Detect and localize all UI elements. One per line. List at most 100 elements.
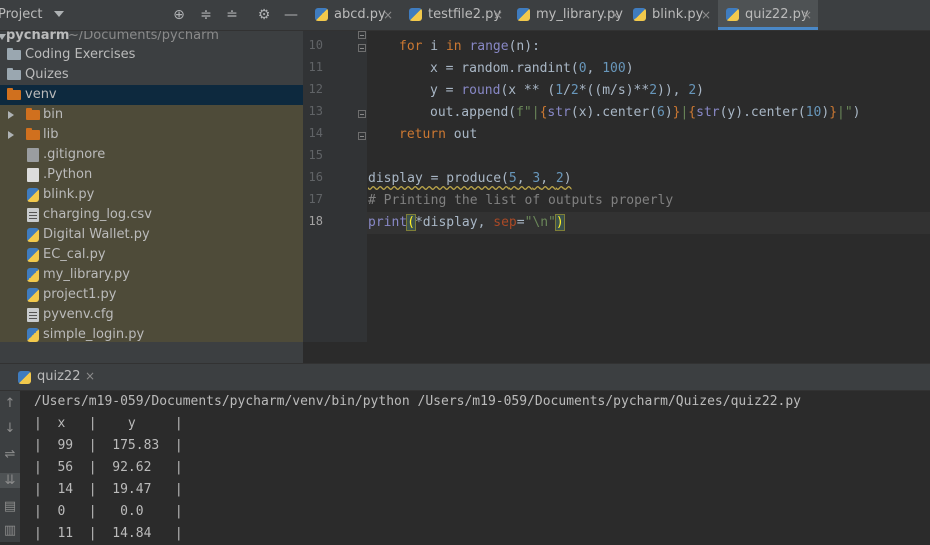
folder-icon xyxy=(7,48,21,60)
python-file-icon xyxy=(409,8,422,21)
gitignore-file-icon xyxy=(27,148,39,162)
run-tab-quiz22[interactable]: quiz22 xyxy=(37,369,80,384)
tab-blink-py[interactable]: blink.py × xyxy=(625,0,717,30)
tree-item-pyvenv-cfg[interactable]: pyvenv.cfg xyxy=(0,305,303,325)
console-line: | 56 | 92.62 | xyxy=(34,460,183,475)
chevron-right-icon[interactable] xyxy=(8,111,14,119)
tree-item-label: charging_log.csv xyxy=(43,207,152,222)
line-number: 10 xyxy=(308,38,323,52)
tab-my-library-py[interactable]: my_library.py × xyxy=(509,0,624,30)
python-file-icon xyxy=(27,288,39,302)
collapse-all-icon[interactable]: ≐ xyxy=(223,6,241,24)
trash-icon[interactable]: ▥ xyxy=(0,523,20,538)
tree-item-python[interactable]: .Python xyxy=(0,165,303,185)
tab-abcd-py[interactable]: abcd.py × xyxy=(307,0,399,30)
close-icon[interactable]: × xyxy=(493,0,503,30)
project-tree: pycharm ~/Documents/pycharm Coding Exerc… xyxy=(0,31,303,363)
tree-item-label: Coding Exercises xyxy=(25,47,136,62)
fold-marker-icon[interactable] xyxy=(358,132,366,140)
tree-item-quizes[interactable]: Quizes xyxy=(0,65,303,85)
line-number-current: 18 xyxy=(308,214,323,228)
chevron-right-icon[interactable] xyxy=(8,131,14,139)
close-icon[interactable]: × xyxy=(701,0,711,30)
tree-item-label: Quizes xyxy=(25,67,69,82)
python-file-icon xyxy=(18,371,31,384)
tree-item-label: blink.py xyxy=(43,187,95,202)
python-file-icon xyxy=(517,8,530,21)
python-file-icon xyxy=(633,8,646,21)
tree-item-bin[interactable]: bin xyxy=(0,105,303,125)
scroll-to-end-icon[interactable]: ⇊ xyxy=(0,473,20,488)
tree-item-label: Digital Wallet.py xyxy=(43,227,150,242)
binary-file-icon xyxy=(27,168,39,182)
python-file-icon xyxy=(27,248,39,262)
fold-marker-icon[interactable] xyxy=(358,110,366,118)
line-number: 12 xyxy=(308,82,323,96)
tree-item-ec-cal-py[interactable]: EC_cal.py xyxy=(0,245,303,265)
console-line: | 0 | 0.0 | xyxy=(34,504,183,519)
close-icon[interactable]: × xyxy=(802,0,812,30)
tree-item-label: lib xyxy=(43,127,59,142)
editor-gutter: 10 11 12 13 14 15 16 17 18 xyxy=(303,31,367,342)
gear-icon[interactable]: ⚙ xyxy=(255,6,273,24)
locate-icon[interactable]: ⊕ xyxy=(170,6,188,24)
close-icon[interactable]: × xyxy=(85,369,95,383)
tree-item-charging-log-csv[interactable]: charging_log.csv xyxy=(0,205,303,225)
code-line-18: print(*display, sep="\n") xyxy=(367,212,930,234)
hide-icon[interactable]: — xyxy=(282,6,300,24)
tab-quiz22-py[interactable]: quiz22.py × xyxy=(718,0,818,30)
tree-item-label: pyvenv.cfg xyxy=(43,307,114,322)
tree-item-lib[interactable]: lib xyxy=(0,125,303,145)
tree-item-venv[interactable]: venv xyxy=(0,85,303,105)
console-line: | x | y | xyxy=(34,416,183,431)
fold-marker-icon[interactable] xyxy=(358,31,366,39)
scroll-up-icon[interactable]: ↑ xyxy=(0,396,20,411)
tree-item-label: venv xyxy=(25,87,57,102)
expand-all-icon[interactable]: ≑ xyxy=(197,6,215,24)
code-line-16: display = produce(5, 3, 2) xyxy=(368,171,572,186)
tab-testfile2-py[interactable]: testfile2.py × xyxy=(401,0,508,30)
close-icon[interactable]: × xyxy=(610,0,620,30)
fold-marker-icon[interactable] xyxy=(358,44,366,52)
line-number: 11 xyxy=(308,60,323,74)
run-console[interactable]: /Users/m19-059/Documents/pycharm/venv/bi… xyxy=(20,391,930,542)
console-line: | 99 | 175.83 | xyxy=(34,438,183,453)
tree-item-blink-py[interactable]: blink.py xyxy=(0,185,303,205)
python-file-icon xyxy=(27,228,39,242)
chevron-down-icon[interactable] xyxy=(54,11,64,17)
tree-root-pycharm[interactable]: pycharm ~/Documents/pycharm xyxy=(0,31,303,46)
python-file-icon xyxy=(27,328,39,342)
console-toolbar: ↑ ↓ ⇌ ⇊ ▤ ▥ xyxy=(0,391,20,542)
folder-icon xyxy=(26,128,40,140)
code-line-12: y = round(x ** (1/2*((m/s)**2)), 2) xyxy=(430,83,704,98)
editor-tab-bar: abcd.py × testfile2.py × my_library.py ×… xyxy=(303,0,930,31)
folder-icon xyxy=(7,88,21,100)
soft-wrap-icon[interactable]: ⇌ xyxy=(0,447,20,462)
tree-item-label: .gitignore xyxy=(43,147,106,162)
code-line-11: x = random.randint(0, 100) xyxy=(430,61,634,76)
line-number: 17 xyxy=(308,192,323,206)
python-file-icon xyxy=(726,8,739,21)
tree-item-coding-exercises[interactable]: Coding Exercises xyxy=(0,45,303,65)
scroll-down-icon[interactable]: ↓ xyxy=(0,421,20,436)
tree-item-project1-py[interactable]: project1.py xyxy=(0,285,303,305)
console-line: | 14 | 19.47 | xyxy=(34,482,183,497)
print-icon[interactable]: ▤ xyxy=(0,499,20,514)
code-line-10: for i in range(n): xyxy=(399,39,540,54)
tree-item-my-library-py[interactable]: my_library.py xyxy=(0,265,303,285)
folder-icon xyxy=(7,68,21,80)
project-panel-title[interactable]: Project xyxy=(0,7,42,22)
line-number: 16 xyxy=(308,170,323,184)
run-tab-bar: quiz22 × xyxy=(0,363,930,391)
code-editor[interactable]: for i in range(n): x = random.randint(0,… xyxy=(367,31,930,342)
project-panel-header: Project ⊕ ≑ ≐ ⚙ — xyxy=(0,0,303,31)
tree-item-label: project1.py xyxy=(43,287,117,302)
tree-item-digital-wallet-py[interactable]: Digital Wallet.py xyxy=(0,225,303,245)
console-line: /Users/m19-059/Documents/pycharm/venv/bi… xyxy=(34,394,802,409)
tree-item-gitignore[interactable]: .gitignore xyxy=(0,145,303,165)
line-number: 15 xyxy=(308,148,323,162)
text-file-icon xyxy=(27,308,39,322)
python-file-icon xyxy=(27,188,39,202)
close-icon[interactable]: × xyxy=(383,0,393,30)
tree-root-name: pycharm xyxy=(6,31,70,43)
